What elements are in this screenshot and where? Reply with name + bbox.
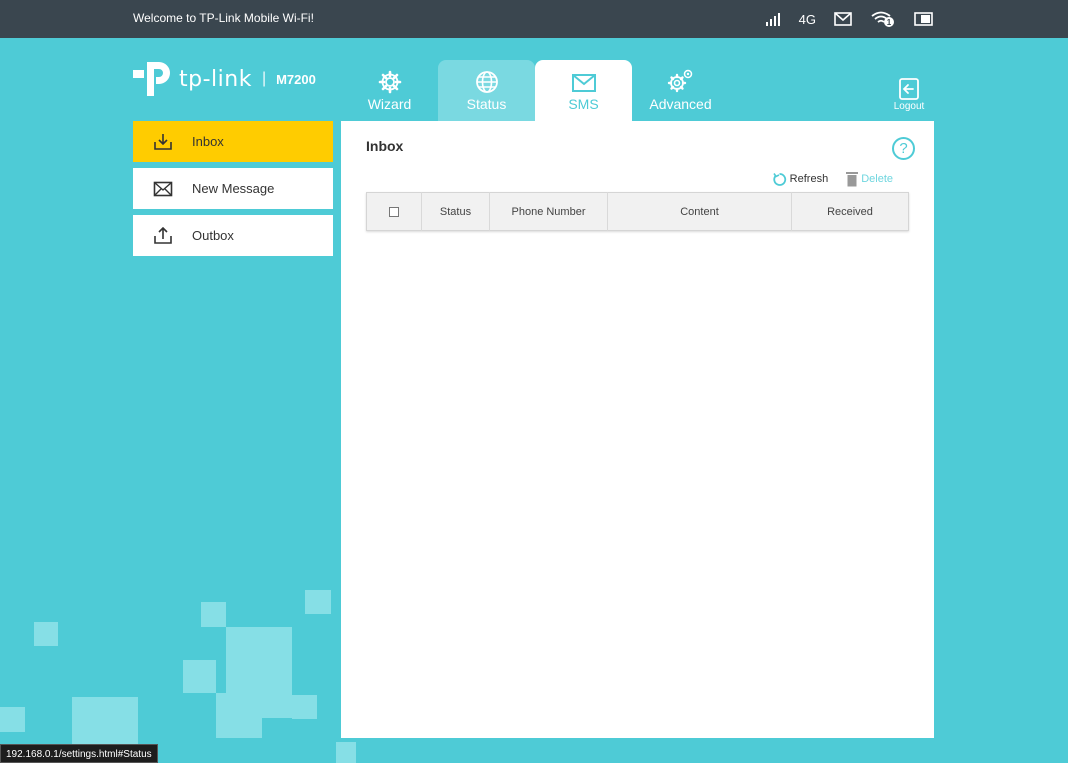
decor-square bbox=[0, 707, 25, 732]
sidebar-item-outbox[interactable]: Outbox bbox=[133, 215, 333, 256]
decor-square bbox=[292, 695, 317, 719]
refresh-icon bbox=[773, 172, 786, 186]
tab-sms-label: SMS bbox=[568, 96, 599, 112]
refresh-button[interactable]: Refresh bbox=[772, 172, 829, 187]
page-title: Inbox bbox=[366, 138, 404, 154]
decor-square bbox=[336, 742, 356, 763]
delete-button[interactable]: Delete bbox=[846, 171, 893, 187]
decor-square bbox=[305, 590, 331, 614]
sidebar-item-label: Outbox bbox=[192, 228, 234, 243]
model-name: M7200 bbox=[276, 71, 316, 87]
tab-status[interactable]: Status bbox=[438, 60, 535, 121]
trash-icon bbox=[846, 172, 859, 187]
column-content[interactable]: Content bbox=[607, 192, 792, 231]
globe-icon bbox=[475, 71, 498, 93]
gear-icon bbox=[378, 70, 401, 94]
outbox-upload-icon bbox=[153, 226, 173, 246]
decor-square bbox=[216, 693, 262, 738]
delete-label: Delete bbox=[861, 173, 893, 185]
logout-label: Logout bbox=[893, 101, 925, 112]
decor-square bbox=[201, 602, 226, 627]
envelope-icon bbox=[571, 74, 596, 92]
table-header-row: Status Phone Number Content Received bbox=[367, 192, 909, 231]
help-icon: ? bbox=[899, 140, 908, 157]
sidebar-item-label: New Message bbox=[192, 181, 275, 196]
select-all-column[interactable] bbox=[367, 193, 422, 231]
envelope-icon bbox=[834, 12, 852, 26]
help-button[interactable]: ? bbox=[892, 137, 915, 160]
logout-button[interactable]: Logout bbox=[892, 77, 926, 112]
sms-table: Status Phone Number Content Received bbox=[366, 192, 909, 231]
wifi-icon: 1 bbox=[870, 10, 896, 28]
sidebar: Inbox New Message Outbox bbox=[133, 121, 333, 262]
envelope-icon bbox=[153, 179, 173, 199]
sidebar-item-label: Inbox bbox=[192, 134, 224, 149]
refresh-label: Refresh bbox=[789, 173, 829, 185]
signal-icon bbox=[765, 11, 781, 27]
network-type: 4G bbox=[798, 11, 816, 27]
decor-square bbox=[183, 660, 216, 693]
decor-square bbox=[262, 693, 292, 718]
column-received[interactable]: Received bbox=[791, 192, 909, 231]
gears-icon bbox=[667, 69, 692, 93]
column-phone-number[interactable]: Phone Number bbox=[489, 192, 608, 231]
status-icons: 4G 1 bbox=[765, 8, 934, 30]
inbox-download-icon bbox=[153, 132, 173, 152]
select-all-checkbox[interactable] bbox=[389, 206, 399, 217]
tab-advanced[interactable]: Advanced bbox=[632, 60, 729, 121]
tplink-logo: tp-link | M7200 bbox=[133, 58, 316, 100]
decor-square bbox=[226, 627, 292, 693]
tab-sms[interactable]: SMS bbox=[535, 60, 632, 121]
tab-status-label: Status bbox=[466, 96, 507, 112]
wifi-client-count: 1 bbox=[887, 18, 892, 27]
main-tabs: Wizard Status SMS Advanced bbox=[341, 60, 729, 121]
tplink-logo-icon bbox=[133, 62, 170, 96]
decor-square bbox=[34, 622, 58, 646]
tab-advanced-label: Advanced bbox=[649, 96, 712, 112]
sidebar-item-inbox[interactable]: Inbox bbox=[133, 121, 333, 162]
browser-status-url: 192.168.0.1/settings.html#Status bbox=[0, 744, 158, 763]
battery-icon bbox=[914, 12, 934, 26]
welcome-text: Welcome to TP-Link Mobile Wi-Fi! bbox=[133, 11, 314, 25]
sidebar-item-new-message[interactable]: New Message bbox=[133, 168, 333, 209]
logo-separator: | bbox=[261, 70, 267, 87]
tab-wizard-label: Wizard bbox=[367, 96, 412, 112]
tab-wizard[interactable]: Wizard bbox=[341, 60, 438, 121]
top-status-bar: Welcome to TP-Link Mobile Wi-Fi! 4G 1 bbox=[0, 0, 1068, 38]
table-actions: Refresh Delete bbox=[772, 171, 893, 187]
logout-icon bbox=[899, 78, 919, 100]
column-status[interactable]: Status bbox=[421, 192, 490, 231]
brand-name: tp-link bbox=[179, 66, 252, 92]
inbox-panel: Inbox ? Refresh Delete Status Phone Numb… bbox=[341, 121, 934, 738]
